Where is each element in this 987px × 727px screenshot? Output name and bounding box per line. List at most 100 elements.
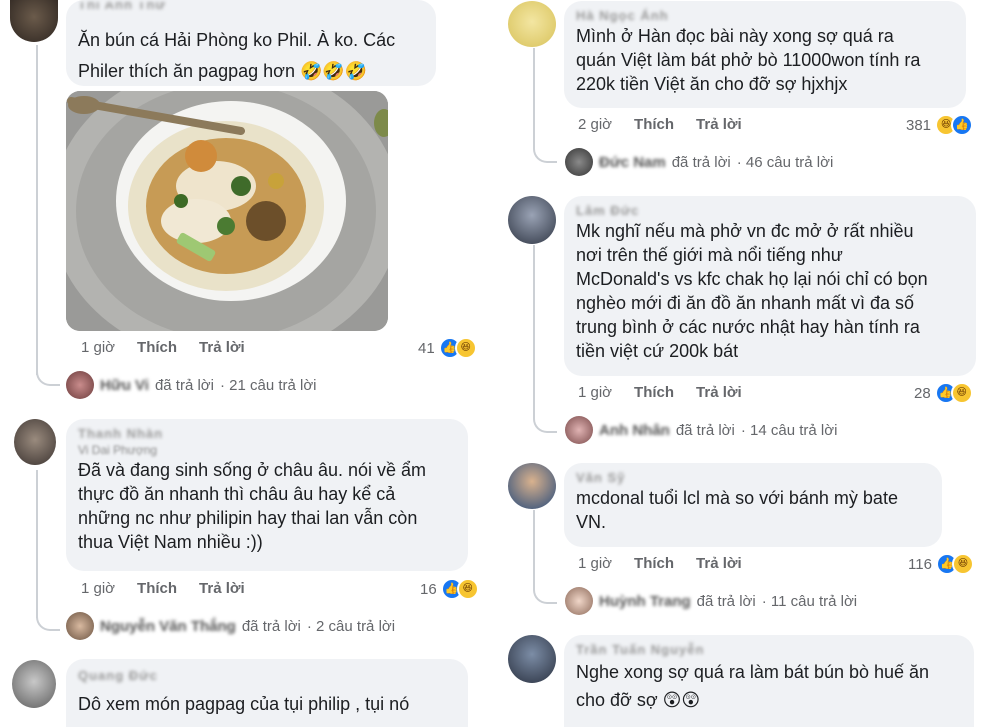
thread-curve [36,605,60,631]
comment-time[interactable]: 1 giờ [81,580,115,597]
comment-bubble: Hà Ngọc Ánh Mình ở Hàn đọc bài này xong … [564,1,966,108]
comment-author-sub: Vi Dai Phượng [78,443,158,457]
haha-icon: 😆 [454,337,477,359]
comment-text-line: mcdonal tuổi lcl mà so với bánh mỳ bate [576,488,898,508]
comment-bubble: Quang Đức Dô xem món pagpag của tụi phil… [66,659,468,727]
comment-author[interactable]: Thanh Nhàn [78,425,456,442]
reply-author: Huỳnh Trang [599,592,691,610]
comment-text-line: nơi trên thế giới mà nổi tiếng như [576,245,843,265]
reaction-summary[interactable]: 16 👍 😆 [420,578,479,600]
reply-label: đã trả lời [696,592,756,610]
haha-icon: 😆 [950,382,973,404]
view-replies[interactable]: Đức Nam đã trả lời · 46 câu trả lời [565,148,833,176]
comment-time[interactable]: 2 giờ [578,116,612,133]
view-replies[interactable]: Anh Nhân đã trả lời · 14 câu trả lời [565,416,837,444]
avatar[interactable] [12,660,56,708]
reply-count: · 21 câu trả lời [219,376,317,394]
avatar[interactable] [508,463,556,509]
comment-author[interactable]: Quang Đức [78,667,456,684]
avatar[interactable] [508,196,556,244]
comment-text-line: cho đỡ sợ 😲😲 [576,690,701,710]
reaction-count: 381 [906,116,932,134]
comment-bubble: Thanh Nhàn Vi Dai Phượng Đã và đang sinh… [66,419,468,571]
comment-text-line: Philer thích ăn pagpag hơn 🤣🤣🤣 [78,61,368,81]
avatar[interactable] [14,419,56,465]
comment-actions: 1 giờ Thích Trả lời [578,555,742,572]
reaction-count: 16 [420,580,437,598]
reply-count: · 46 câu trả lời [736,153,834,171]
avatar[interactable] [10,0,58,42]
comment-text-line: quán Việt làm bát phở bò 11000won tính r… [576,50,921,70]
reaction-count: 116 [908,555,932,573]
view-replies[interactable]: Hữu Vi đã trả lời · 21 câu trả lời [66,371,317,399]
reaction-summary[interactable]: 28 👍 😆 [914,382,973,404]
comment-text-line: nghèo mới đi ăn đồ ăn nhanh mất vì đa số [576,293,915,313]
thread-curve [36,360,60,386]
avatar[interactable] [508,1,556,47]
reply-count: · 2 câu trả lời [306,617,396,635]
comment-text-line: thực đồ ăn nhanh thì châu âu hay kể cả [78,484,396,504]
comment-text-line: Ăn bún cá Hải Phòng ko Phil. À ko. Các [78,30,396,50]
reaction-count: 41 [418,339,435,357]
reaction-summary[interactable]: 116 👍 😆 [908,553,974,575]
reply-count: · 14 câu trả lời [740,421,838,439]
comment-text-line: 220k tiền Việt ăn cho đỡ sợ hjxhjx [576,74,848,94]
reply-label: đã trả lời [241,617,301,635]
comment-text-line: thua Việt Nam nhiều :)) [78,532,263,552]
thread-curve [533,135,557,163]
comment-time[interactable]: 1 giờ [578,555,612,572]
avatar [565,416,593,444]
comment-actions: 1 giờ Thích Trả lời [81,339,245,356]
avatar [66,612,94,640]
comment-text-line: Dô xem món pagpag của tụi philip , tụi n… [78,694,410,714]
reply-author: Hữu Vi [100,376,149,394]
comment-actions: 1 giờ Thích Trả lời [81,580,245,597]
comment-author[interactable]: Thì Anh Thư [78,2,424,12]
view-replies[interactable]: Huỳnh Trang đã trả lời · 11 câu trả lời [565,587,857,615]
noodle-soup-photo [66,91,388,331]
comment-author[interactable]: Hà Ngọc Ánh [576,7,954,24]
comment-bubble: Thì Anh Thư Ăn bún cá Hải Phòng ko Phil.… [66,0,436,86]
reaction-summary[interactable]: 381 😆 👍 [906,114,974,136]
like-link[interactable]: Thích [137,580,177,597]
comment-author[interactable]: Trần Tuấn Nguyễn [576,641,962,658]
haha-icon: 😆 [951,553,974,575]
reply-count: · 11 câu trả lời [761,592,858,610]
like-link[interactable]: Thích [634,384,674,401]
comment-author[interactable]: Lâm Đức [576,202,964,219]
comment-author[interactable]: Văn Sỹ [576,469,930,486]
reply-link[interactable]: Trả lời [696,116,742,133]
comment-photo[interactable] [66,91,388,331]
comment-bubble: Lâm Đức Mk nghĩ nếu mà phở vn đc mở ở rấ… [564,196,976,376]
reply-author: Nguyễn Văn Thắng [100,617,236,635]
comment-bubble: Văn Sỹ mcdonal tuổi lcl mà so với bánh m… [564,463,942,547]
reaction-count: 28 [914,384,931,402]
thread-line [533,245,535,413]
comment-text-line: Nghe xong sợ quá ra làm bát bún bò huế ă… [576,662,930,682]
comment-time[interactable]: 1 giờ [81,339,115,356]
like-link[interactable]: Thích [634,555,674,572]
reply-author: Anh Nhân [599,421,670,439]
reply-label: đã trả lời [671,153,731,171]
reply-link[interactable]: Trả lời [199,580,245,597]
like-link[interactable]: Thích [137,339,177,356]
reply-link[interactable]: Trả lời [696,384,742,401]
reply-label: đã trả lời [154,376,214,394]
reaction-summary[interactable]: 41 👍 😆 [418,337,477,359]
avatar[interactable] [508,635,556,683]
reply-link[interactable]: Trả lời [199,339,245,356]
reply-link[interactable]: Trả lời [696,555,742,572]
comment-text-line: Mình ở Hàn đọc bài này xong sợ quá ra [576,26,894,46]
avatar [565,587,593,615]
thread-curve [533,405,557,433]
comment-time[interactable]: 1 giờ [578,384,612,401]
comment-text-line: những nc như philipin hay thai lan vẫn c… [78,508,418,528]
comment-text-line: Mk nghĩ nếu mà phở vn đc mở ở rất nhiều [576,221,914,241]
thread-line [36,470,38,618]
comment-text-line: VN. [576,512,607,532]
like-link[interactable]: Thích [634,116,674,133]
comment-actions: 1 giờ Thích Trả lời [578,384,742,401]
view-replies[interactable]: Nguyễn Văn Thắng đã trả lời · 2 câu trả … [66,612,395,640]
reply-label: đã trả lời [675,421,735,439]
avatar [66,371,94,399]
